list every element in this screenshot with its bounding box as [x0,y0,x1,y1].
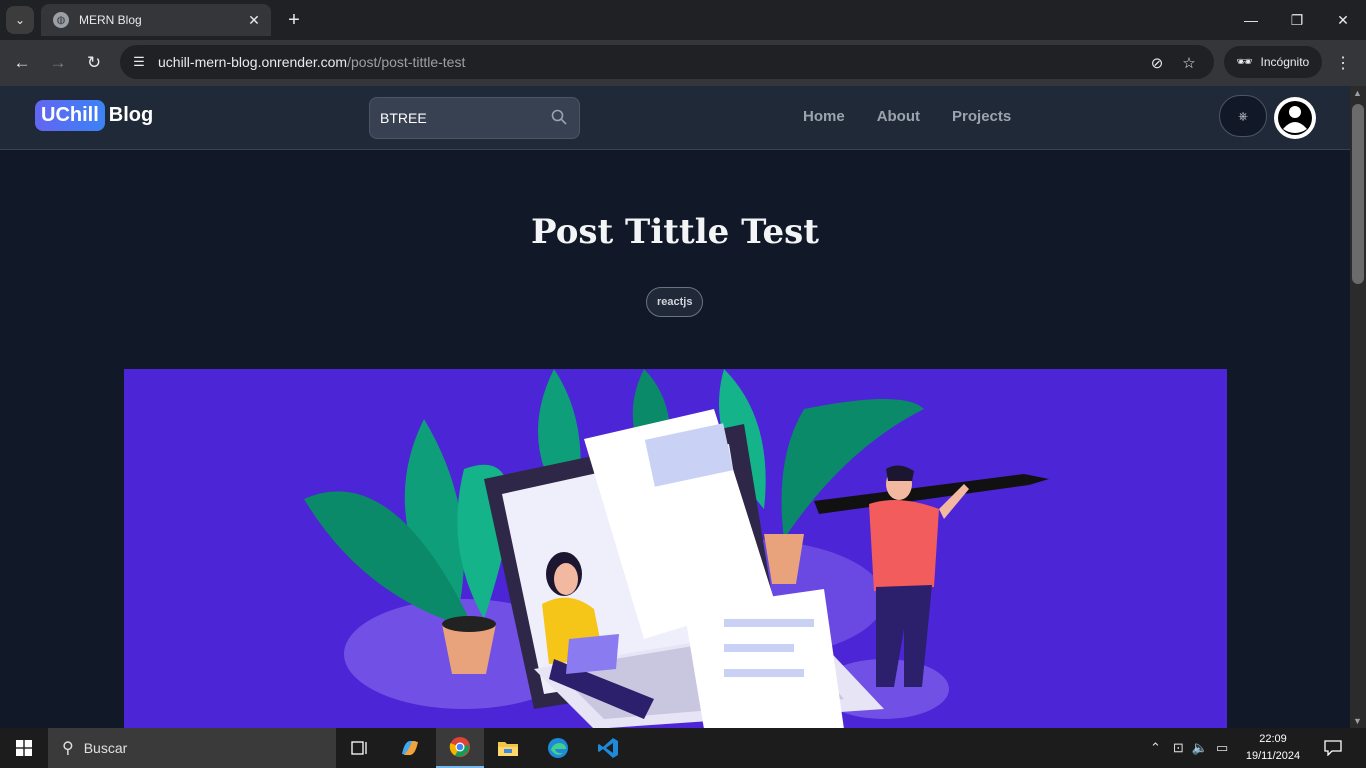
globe-icon: ◍ [53,12,69,28]
main-nav: Home About Projects [803,108,1043,125]
chrome-taskbar-icon[interactable] [436,728,484,768]
forward-button[interactable]: → [45,50,71,76]
user-avatar[interactable] [1274,97,1316,139]
page-viewport: UChill Blog Home About Projects ⎈ Post [0,86,1350,728]
browser-toolbar: ← → ↻ ☰ uchill-mern-blog.onrender.com/po… [0,40,1366,86]
tab-search-button[interactable]: ⌄ [6,6,34,34]
site-logo[interactable]: UChill Blog [35,100,153,131]
url-path: /post/post-tittle-test [347,54,466,70]
edge-icon[interactable] [534,728,582,768]
address-bar[interactable]: ☰ uchill-mern-blog.onrender.com/post/pos… [120,45,1214,79]
search-input[interactable] [380,110,540,126]
theme-toggle-button[interactable]: ⎈ [1219,95,1267,137]
taskbar-search[interactable]: ⚲ Buscar [48,728,336,768]
file-explorer-icon[interactable] [484,728,532,768]
url-host: uchill-mern-blog.onrender.com [158,54,348,70]
search-icon[interactable] [551,109,567,130]
browser-tabbar: ⌄ ◍ MERN Blog ✕ + — ❐ ✕ [0,0,1366,40]
nav-home-link[interactable]: Home [803,108,845,125]
windows-taskbar: ⚲ Buscar ⌃ ⊡ 🔈 ▭ 22:09 19/11/2024 [0,728,1366,768]
incognito-indicator[interactable]: 🕶 Incógnito [1224,46,1322,78]
tab-mern-blog[interactable]: ◍ MERN Blog ✕ [41,4,271,36]
user-avatar-icon [1275,98,1315,138]
nav-about-link[interactable]: About [877,108,920,125]
volume-icon[interactable]: 🔈 [1192,740,1208,756]
windows-logo-icon [16,740,32,756]
show-hidden-icons-icon[interactable]: ⌃ [1150,740,1161,756]
incognito-label: Incógnito [1260,55,1310,69]
notification-icon[interactable] [1324,728,1342,768]
system-tray: ⌃ ⊡ 🔈 ▭ [1150,728,1228,768]
restore-button[interactable]: ❐ [1274,0,1320,40]
bookmark-star-icon[interactable]: ☆ [1178,52,1200,74]
search-box [369,97,580,139]
close-window-button[interactable]: ✕ [1320,0,1366,40]
clock-time: 22:09 [1259,733,1287,745]
hero-illustration [304,369,1049,728]
eye-slash-icon[interactable]: ⊘ [1146,52,1168,74]
logo-word: Blog [108,104,154,126]
nav-projects-link[interactable]: Projects [952,108,1011,125]
url-text[interactable]: uchill-mern-blog.onrender.com/post/post-… [158,54,465,70]
logo-badge: UChill [35,100,105,131]
site-header: UChill Blog Home About Projects ⎈ [0,86,1350,150]
tag-label: reactjs [657,296,693,308]
new-tab-button[interactable]: + [282,8,306,32]
minimize-button[interactable]: — [1228,0,1274,40]
taskbar-clock[interactable]: 22:09 19/11/2024 [1238,731,1308,765]
task-view-icon[interactable] [336,728,384,768]
battery-icon[interactable]: ▭ [1216,740,1228,756]
network-icon[interactable]: ⊡ [1173,740,1184,756]
scroll-up-icon[interactable]: ▲ [1353,88,1362,98]
post-title: Post Tittle Test [531,212,819,252]
clock-date: 19/11/2024 [1245,750,1301,762]
incognito-icon: 🕶 [1236,54,1253,69]
start-button[interactable] [0,728,48,768]
theme-icon: ⎈ [1238,108,1248,123]
copilot-icon[interactable] [386,728,434,768]
scroll-down-icon[interactable]: ▼ [1353,716,1362,726]
site-settings-icon[interactable]: ☰ [122,45,156,79]
post-hero-image [124,369,1227,728]
vscode-icon[interactable] [584,728,632,768]
close-tab-icon[interactable]: ✕ [245,11,263,29]
page-scrollbar[interactable]: ▲ ▼ [1350,86,1366,728]
taskbar-search-icon: ⚲ [62,740,74,757]
post-category-tag[interactable]: reactjs [646,287,704,317]
scrollbar-thumb[interactable] [1352,104,1364,284]
tab-title: MERN Blog [79,13,142,27]
back-button[interactable]: ← [9,50,35,76]
browser-menu-icon[interactable]: ⋮ [1332,52,1354,74]
reload-button[interactable]: ↻ [81,50,107,76]
taskbar-search-placeholder: Buscar [83,740,128,756]
